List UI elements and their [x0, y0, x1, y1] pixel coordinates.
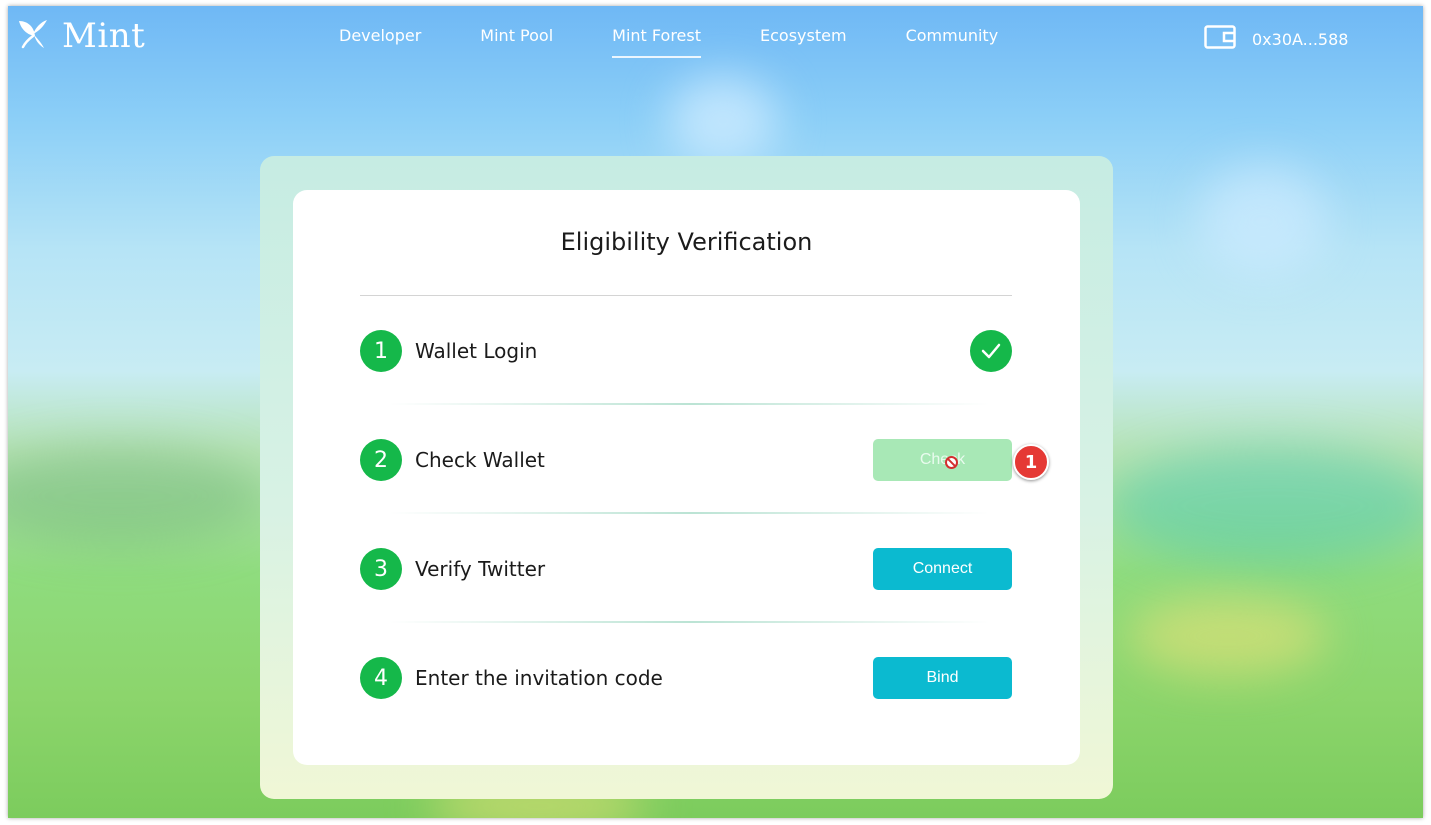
- nav-ecosystem[interactable]: Ecosystem: [760, 6, 847, 60]
- title-divider: [360, 295, 1012, 296]
- step-number-badge: 3: [360, 548, 402, 590]
- step-verify-twitter: 3 Verify Twitter Connect: [360, 547, 1012, 591]
- annotation-marker: 1: [1013, 444, 1049, 480]
- bind-button[interactable]: Bind: [873, 657, 1012, 699]
- dialog-title: Eligibility Verification: [560, 228, 813, 256]
- background-flowers: [1128, 596, 1328, 676]
- brand-logo[interactable]: Mint: [16, 16, 145, 56]
- step-number-badge: 1: [360, 330, 402, 372]
- wallet-button[interactable]: 0x30A...588: [1204, 25, 1348, 53]
- verification-card-frame: Eligibility Verification 1 Wallet Login …: [260, 156, 1113, 799]
- brand-name: Mint: [62, 16, 146, 56]
- step-wallet-login: 1 Wallet Login: [360, 329, 1012, 373]
- wallet-icon: [1204, 25, 1236, 53]
- connect-button[interactable]: Connect: [873, 548, 1012, 590]
- step-check-wallet: 2 Check Wallet Check: [360, 438, 1012, 482]
- step-separator: [389, 512, 989, 514]
- step-number-badge: 2: [360, 439, 402, 481]
- background-glow: [1198, 166, 1328, 276]
- step-separator: [389, 403, 989, 405]
- nav-mint-forest[interactable]: Mint Forest: [612, 6, 701, 60]
- browser-viewport: Mint Developer Mint Pool Mint Forest Eco…: [8, 6, 1423, 818]
- background-foliage: [1108, 446, 1423, 566]
- nav-mint-pool[interactable]: Mint Pool: [480, 6, 553, 60]
- check-button[interactable]: Check: [873, 439, 1012, 481]
- check-icon: [970, 330, 1012, 372]
- not-allowed-icon: [944, 455, 959, 470]
- nav-community[interactable]: Community: [906, 6, 999, 60]
- step-label: Wallet Login: [415, 339, 538, 363]
- background-glow: [668, 76, 778, 166]
- top-navigation-bar: Mint Developer Mint Pool Mint Forest Eco…: [8, 6, 1423, 76]
- wallet-address: 0x30A...588: [1252, 29, 1349, 49]
- step-label: Verify Twitter: [415, 557, 546, 581]
- step-separator: [389, 621, 989, 623]
- step-invitation-code: 4 Enter the invitation code Bind: [360, 656, 1012, 700]
- background-foliage: [8, 446, 268, 546]
- mint-leaf-icon: [16, 17, 52, 55]
- main-nav: Developer Mint Pool Mint Forest Ecosyste…: [339, 6, 1057, 60]
- step-label: Enter the invitation code: [415, 666, 663, 690]
- step-number-badge: 4: [360, 657, 402, 699]
- step-label: Check Wallet: [415, 448, 545, 472]
- nav-developer[interactable]: Developer: [339, 6, 421, 60]
- verification-card: Eligibility Verification 1 Wallet Login …: [293, 190, 1080, 765]
